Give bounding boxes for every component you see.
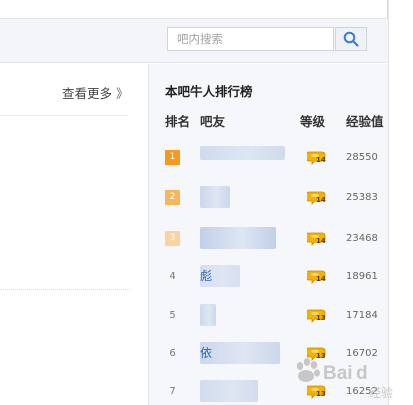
blurred-username [200, 304, 216, 326]
search-input[interactable] [168, 28, 333, 50]
rank-number: 7 [169, 386, 176, 397]
blurred-username [200, 380, 258, 402]
level-number: 14 [316, 156, 326, 164]
search-input-box[interactable] [167, 27, 334, 51]
level-number: 14 [316, 237, 326, 245]
rank-badge: 3 [165, 231, 180, 246]
ranking-panel: 本吧牛人排行榜 排名 吧友 等级 经验值 1 14 28550 2 14 25383 3 14… [148, 64, 388, 405]
username-link[interactable]: 依 [200, 346, 212, 361]
divider [0, 115, 128, 116]
view-more-link[interactable]: 查看更多》 [62, 83, 129, 102]
username-link[interactable]: 彪 [200, 269, 212, 284]
exp-value: 23468 [346, 233, 378, 244]
search-button[interactable] [335, 27, 367, 51]
exp-value: 16252 [346, 386, 378, 397]
level-number: 13 [316, 314, 326, 322]
rank-number: 5 [169, 310, 176, 321]
main-content-area: 查看更多》 [0, 64, 148, 405]
exp-column-header: 经验值 [346, 114, 384, 129]
exp-value: 16702 [346, 348, 378, 359]
level-number: 13 [316, 352, 326, 360]
exp-value: 18961 [346, 271, 378, 282]
rank-badge: 1 [165, 150, 180, 165]
level-column-header: 等级 [300, 114, 326, 129]
double-chevron-right-icon: 》 [116, 86, 129, 101]
level-number: 14 [316, 196, 326, 204]
divider [0, 289, 130, 290]
blurred-username [200, 186, 230, 208]
top-strip [0, 0, 388, 19]
tieba-page: 查看更多》 本吧牛人排行榜 排名 吧友 等级 经验值 1 14 28550 2 14 25… [0, 0, 413, 405]
rank-column-header: 排名 [165, 114, 191, 129]
exp-value: 17184 [346, 310, 378, 321]
page-right-margin [388, 0, 413, 405]
rank-number: 6 [169, 348, 176, 359]
search-icon [343, 31, 359, 47]
level-number: 14 [316, 275, 326, 283]
ranking-title: 本吧牛人排行榜 [165, 84, 253, 99]
view-more-label[interactable]: 查看更多 [62, 86, 112, 101]
user-column-header: 吧友 [200, 114, 226, 129]
blurred-username [200, 146, 285, 160]
level-number: 13 [316, 390, 326, 398]
rank-badge: 2 [165, 190, 180, 205]
exp-value: 28550 [346, 152, 378, 163]
blurred-username [200, 227, 276, 249]
search-bar-area [0, 19, 388, 63]
exp-value: 25383 [346, 192, 378, 203]
rank-number: 4 [169, 271, 176, 282]
